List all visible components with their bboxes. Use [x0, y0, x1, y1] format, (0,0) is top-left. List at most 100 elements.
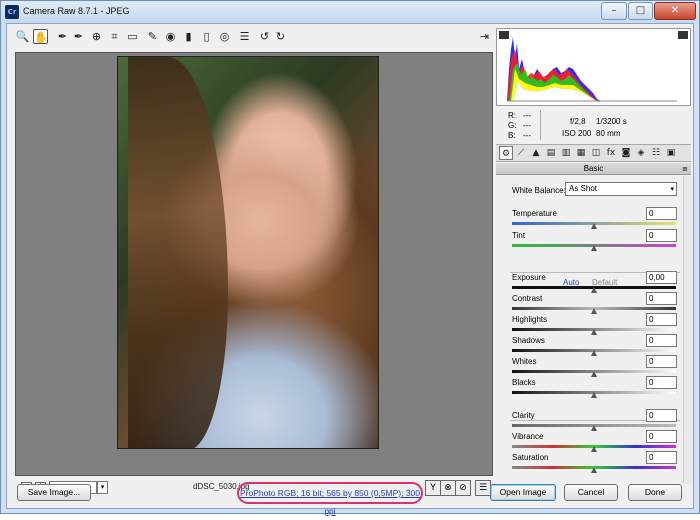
- bottom-bar: Save Image... ProPhoto RGB; 16 bit; 565 …: [7, 482, 695, 516]
- done-button[interactable]: Done: [628, 484, 682, 501]
- straighten-tool-icon[interactable]: ▭: [125, 29, 140, 44]
- tab-extra-icon[interactable]: ▣: [664, 146, 678, 160]
- slider-value-shadows[interactable]: 0: [646, 334, 677, 347]
- slider-label-saturation: Saturation: [512, 453, 549, 462]
- slider-value-clarity[interactable]: 0: [646, 409, 677, 422]
- tab-fx-icon[interactable]: fx: [604, 146, 618, 160]
- graduated-filter-tool-icon[interactable]: ▯: [199, 29, 214, 44]
- targeted-adjustment-tool-icon[interactable]: ⊕: [89, 29, 104, 44]
- workflow-options-link[interactable]: ProPhoto RGB; 16 bit; 565 by 850 (0,5MP)…: [237, 482, 423, 516]
- close-button[interactable]: ✕: [654, 2, 696, 20]
- white-balance-label: White Balance:: [512, 186, 566, 195]
- slider-thumb-temperature[interactable]: [591, 223, 597, 229]
- tab-detail-icon[interactable]: ▲: [529, 146, 543, 160]
- adjustment-brush-tool-icon[interactable]: ▮: [181, 29, 196, 44]
- slider-thumb-saturation[interactable]: [591, 467, 597, 473]
- window-title: Camera Raw 8.7.1 - JPEG: [23, 6, 130, 16]
- slider-label-blacks: Blacks: [512, 378, 536, 387]
- rotate-ccw-tool-icon[interactable]: ↺: [257, 29, 272, 44]
- slider-value-exposure[interactable]: 0,00: [646, 271, 677, 284]
- tab-split-toning-icon[interactable]: ▥: [559, 146, 573, 160]
- fullscreen-toggle-icon[interactable]: ⇥: [477, 29, 492, 44]
- tab-snapshots-icon[interactable]: ☷: [649, 146, 663, 160]
- radial-filter-tool-icon[interactable]: ◎: [217, 29, 232, 44]
- open-image-button[interactable]: Open Image: [490, 484, 556, 501]
- slider-thumb-shadows[interactable]: [591, 350, 597, 356]
- g-value: ---: [523, 121, 531, 130]
- r-label: R:: [508, 111, 516, 120]
- slider-thumb-contrast[interactable]: [591, 308, 597, 314]
- slider-label-shadows: Shadows: [512, 336, 545, 345]
- histogram: [496, 28, 691, 106]
- white-balance-value: As Shot: [569, 184, 598, 193]
- tab-tone-curve-icon[interactable]: ⟋: [514, 146, 528, 160]
- chevron-down-icon: ▾: [670, 185, 674, 193]
- g-label: G:: [508, 121, 517, 130]
- b-value: ---: [523, 131, 531, 140]
- slider-thumb-highlights[interactable]: [591, 329, 597, 335]
- panel-title-label: Basic: [583, 164, 604, 173]
- maximize-button[interactable]: □: [628, 2, 653, 20]
- slider-label-clarity: Clarity: [512, 411, 535, 420]
- panel-tabs: ⚙ ⟋ ▲ ▤ ▥ ▦ ◫ fx ◙ ◈ ☷ ▣: [496, 144, 691, 162]
- save-image-button[interactable]: Save Image...: [17, 484, 91, 501]
- panel-title: Basic ≡: [496, 163, 691, 175]
- panel-menu-icon[interactable]: ≡: [682, 165, 688, 173]
- slider-label-whites: Whites: [512, 357, 537, 366]
- white-balance-tool-icon[interactable]: ✒: [55, 29, 70, 44]
- white-balance-select[interactable]: As Shot ▾: [565, 182, 677, 196]
- cancel-button[interactable]: Cancel: [564, 484, 618, 501]
- slider-thumb-whites[interactable]: [591, 371, 597, 377]
- toolbar: ⇥ 🔍 ✋ ✒ ✒ ⊕ ⌗ ▭ ✎ ◉ ▮ ▯ ◎ ☰ ↺ ↻: [15, 28, 493, 48]
- slider-value-highlights[interactable]: 0: [646, 313, 677, 326]
- spot-removal-tool-icon[interactable]: ✎: [145, 29, 160, 44]
- iso-value: ISO 200: [562, 129, 592, 138]
- tab-lens-icon[interactable]: ▦: [574, 146, 588, 160]
- slider-label-tint: Tint: [512, 231, 526, 240]
- image-preview-area[interactable]: [15, 52, 493, 476]
- rotate-cw-tool-icon[interactable]: ↻: [273, 29, 288, 44]
- right-panel: R: --- G: --- B: --- f/2,8 1/3200 s ISO …: [496, 28, 693, 484]
- slider-value-temperature[interactable]: 0: [646, 207, 677, 220]
- zoom-tool-icon[interactable]: 🔍: [15, 29, 30, 44]
- slider-thumb-clarity[interactable]: [591, 425, 597, 431]
- tab-effects-icon[interactable]: ◫: [589, 146, 603, 160]
- tab-presets-icon[interactable]: ◈: [634, 146, 648, 160]
- slider-thumb-exposure[interactable]: [591, 287, 597, 293]
- slider-value-vibrance[interactable]: 0: [646, 430, 677, 443]
- color-sampler-tool-icon[interactable]: ✒: [71, 29, 86, 44]
- title-bar[interactable]: Cr Camera Raw 8.7.1 - JPEG – □ ✕: [1, 1, 699, 23]
- camera-raw-icon: Cr: [5, 5, 19, 19]
- slider-value-saturation[interactable]: 0: [646, 451, 677, 464]
- photo-hair-shape: [128, 57, 228, 448]
- shutter-value: 1/3200 s: [596, 117, 627, 126]
- slider-thumb-vibrance[interactable]: [591, 446, 597, 452]
- readout-divider: [540, 110, 541, 140]
- slider-thumb-blacks[interactable]: [591, 392, 597, 398]
- slider-label-highlights: Highlights: [512, 315, 548, 324]
- tab-hsl-icon[interactable]: ▤: [544, 146, 558, 160]
- b-label: B:: [508, 131, 516, 140]
- preferences-tool-icon[interactable]: ☰: [237, 29, 252, 44]
- slider-thumb-tint[interactable]: [591, 245, 597, 251]
- slider-value-tint[interactable]: 0: [646, 229, 677, 242]
- slider-label-contrast: Contrast: [512, 294, 543, 303]
- tab-camera-calibration-icon[interactable]: ◙: [619, 146, 633, 160]
- basic-panel: White Balance: As Shot ▾ Auto Default Te…: [496, 176, 691, 484]
- tab-basic-icon[interactable]: ⚙: [499, 146, 513, 160]
- panel-scrollbar[interactable]: [683, 176, 692, 484]
- crop-tool-icon[interactable]: ⌗: [107, 29, 122, 44]
- histogram-graph: [507, 37, 677, 102]
- slider-value-whites[interactable]: 0: [646, 355, 677, 368]
- r-value: ---: [523, 111, 531, 120]
- slider-value-contrast[interactable]: 0: [646, 292, 677, 305]
- hand-tool-icon[interactable]: ✋: [33, 29, 48, 44]
- red-eye-removal-tool-icon[interactable]: ◉: [163, 29, 178, 44]
- info-readout: R: --- G: --- B: --- f/2,8 1/3200 s ISO …: [496, 108, 691, 142]
- minimize-button[interactable]: –: [601, 2, 627, 20]
- preview-photo: [117, 56, 379, 449]
- slider-value-blacks[interactable]: 0: [646, 376, 677, 389]
- slider-label-vibrance: Vibrance: [512, 432, 544, 441]
- dialog-body: ⇥ 🔍✋✒✒⊕⌗▭✎◉▮▯◎☰↺↻ − + 68,2% ▾ dDSC_5030.…: [6, 23, 695, 516]
- focal-length-value: 80 mm: [596, 129, 621, 138]
